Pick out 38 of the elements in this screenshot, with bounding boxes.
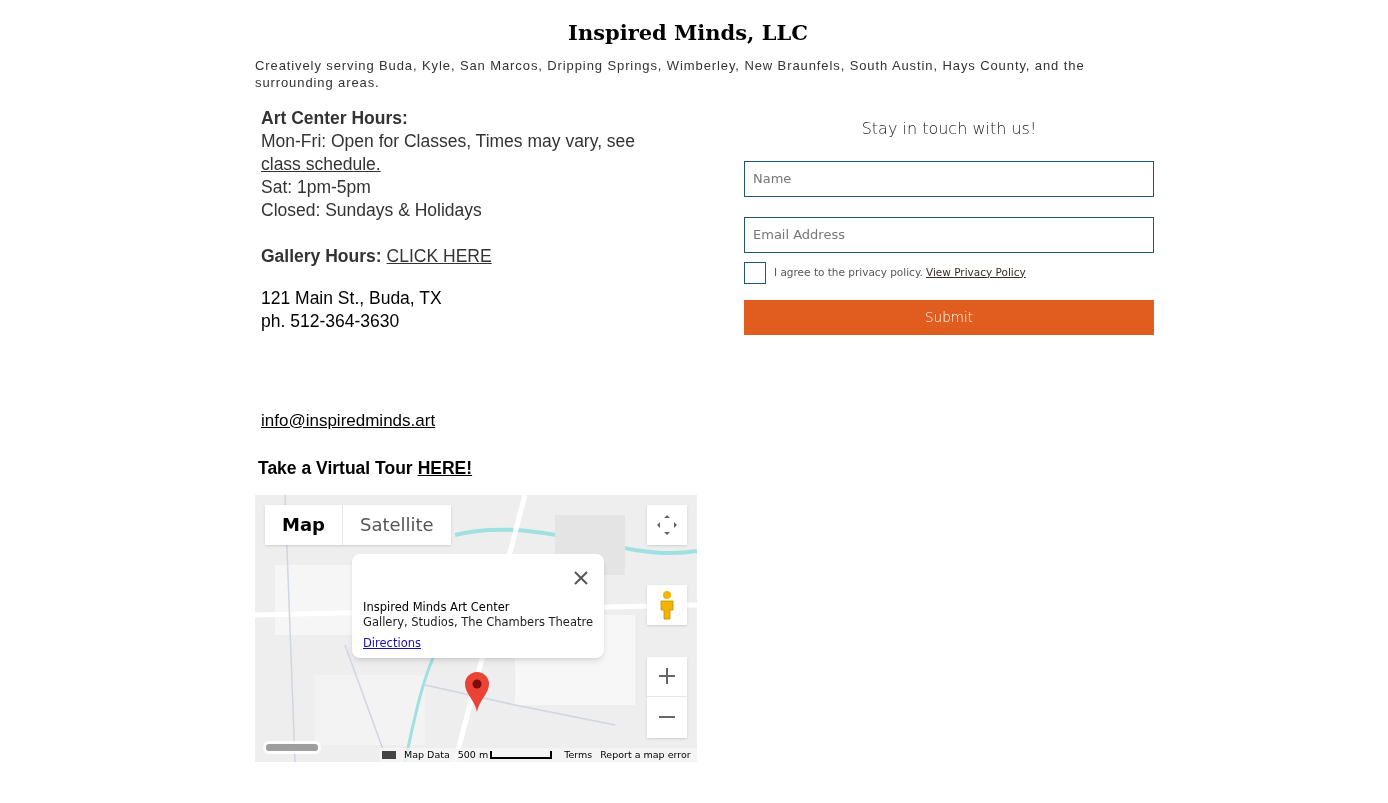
report-error-link[interactable]: Report a map error xyxy=(600,747,691,762)
text-input[interactable]: Name xyxy=(744,160,1154,197)
consent-checkbox[interactable] xyxy=(744,261,766,284)
directions-link[interactable]: Directions xyxy=(363,635,421,650)
site-title: Inspired Minds, LLC xyxy=(567,19,809,47)
place-description: Gallery, Studios, The Chambers Theatre xyxy=(363,614,593,630)
hours-heading: Art Center Hours: xyxy=(261,106,409,130)
gallery-hours-label: Gallery Hours: xyxy=(261,244,382,268)
virtual-tour-text: Take a Virtual Tour xyxy=(258,456,413,480)
class-schedule-link[interactable]: class schedule. xyxy=(261,152,381,176)
phone: ph. 512-364-3630 xyxy=(261,309,401,333)
keyboard-icon xyxy=(382,750,396,759)
saturday-hours: Sat: 1pm-5pm xyxy=(261,175,372,199)
scale-label: 500 m xyxy=(457,747,489,762)
expand-icon xyxy=(655,512,679,537)
weekday-hours: Mon-Fri: Open for Classes, Times may vary, see xyxy=(261,129,637,153)
terms-link[interactable]: Terms xyxy=(564,747,593,762)
place-name: Inspired Minds Art Center xyxy=(363,599,511,615)
email-link[interactable]: info@inspiredminds.art xyxy=(261,408,436,432)
map-data-label[interactable]: Map Data xyxy=(404,747,450,762)
person-icon xyxy=(659,589,675,620)
consent-text: I agree to the privacy policy. xyxy=(774,264,923,280)
closed-days: Closed: Sundays & Holidays xyxy=(261,198,697,222)
privacy-policy-link[interactable]: View Privacy Policy xyxy=(925,264,1026,281)
plus-icon xyxy=(658,667,676,686)
close-icon[interactable] xyxy=(574,570,588,585)
address: 121 Main St., Buda, TX xyxy=(261,286,443,310)
gallery-hours-link[interactable]: CLICK HERE xyxy=(386,244,492,268)
text-input[interactable]: Email Address xyxy=(744,216,1154,253)
scale-bar-icon xyxy=(490,750,553,759)
map-type-tab[interactable]: Satellite xyxy=(341,504,451,545)
virtual-tour-link[interactable]: HERE! xyxy=(417,454,473,481)
map-pin-icon xyxy=(465,671,489,712)
submit-button[interactable]: Submit xyxy=(744,299,1154,335)
form-heading: Stay in touch with us! xyxy=(860,117,1038,140)
tagline: Creatively serving Buda, Kyle, San Marcos, Dripping Springs, Wimberley, New Braunfels, South Austin, Hays County, and the surrounding areas. xyxy=(255,56,1086,91)
map-type-tab[interactable]: Map xyxy=(265,504,342,545)
minus-icon xyxy=(658,714,676,719)
